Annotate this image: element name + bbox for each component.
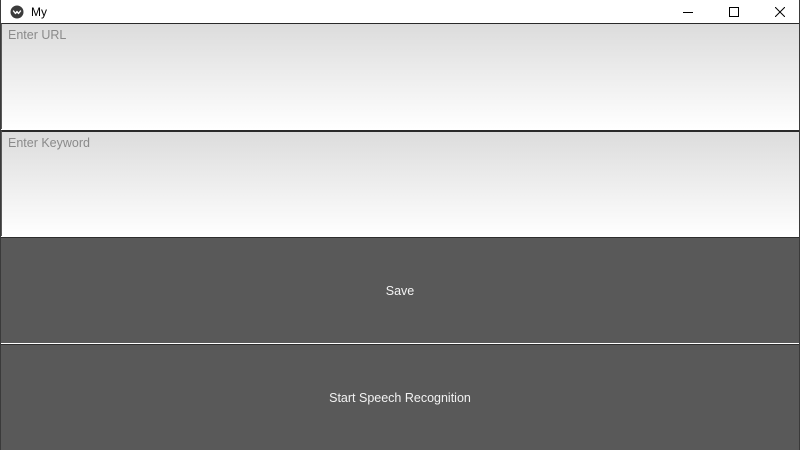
start-speech-recognition-button[interactable]: Start Speech Recognition [1, 344, 799, 450]
url-input[interactable]: Enter URL [1, 23, 799, 129]
minimize-button[interactable] [665, 0, 711, 23]
keyword-input[interactable]: Enter Keyword [1, 130, 799, 236]
app-window: My Enter URL Enter Keyword Save Start Sp… [0, 0, 800, 450]
save-button[interactable]: Save [1, 237, 799, 343]
maximize-button[interactable] [711, 0, 757, 23]
close-button[interactable] [757, 0, 800, 23]
url-input-placeholder: Enter URL [8, 28, 67, 42]
minimize-icon [683, 11, 693, 13]
keyword-input-placeholder: Enter Keyword [8, 136, 90, 150]
title-bar[interactable]: My [1, 0, 799, 23]
app-logo-icon [10, 5, 24, 19]
window-title: My [31, 5, 47, 19]
maximize-icon [729, 6, 739, 17]
close-icon [775, 6, 785, 17]
start-speech-recognition-label: Start Speech Recognition [329, 390, 471, 405]
save-button-label: Save [385, 283, 415, 298]
